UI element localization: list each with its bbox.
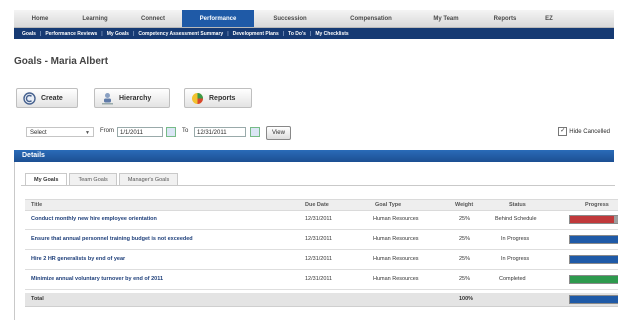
progress-bar <box>569 235 618 244</box>
progress-bar <box>569 275 618 284</box>
goal-title-link[interactable]: Ensure that annual personnel training bu… <box>31 230 193 249</box>
goal-status: In Progress <box>501 236 530 242</box>
subnav-to-dos[interactable]: To Do's <box>288 31 306 37</box>
goal-type: Human Resources <box>373 216 419 222</box>
subnav-my-checklists[interactable]: My Checklists <box>315 31 348 37</box>
table-row: Minimize annual voluntary turnover by en… <box>25 270 618 290</box>
filter-bar: Select ▼ From 1/1/2011 To 12/31/2011 Vie… <box>22 126 612 140</box>
nav-tab-learning[interactable]: Learning <box>66 10 124 27</box>
subnav-competency-assessment-summary[interactable]: Competency Assessment Summary <box>138 31 223 37</box>
subnav-development-plans[interactable]: Development Plans <box>233 31 279 37</box>
nav-tab-reports[interactable]: Reports <box>476 10 534 27</box>
header-goal-type[interactable]: Goal Type <box>375 200 401 210</box>
header-status[interactable]: Status <box>509 200 526 210</box>
progress-fill <box>570 256 618 263</box>
goal-type: Human Resources <box>373 256 419 262</box>
total-label: Total <box>31 296 44 302</box>
hierarchy-label: Hierarchy <box>119 94 152 102</box>
goal-type: Human Resources <box>373 276 419 282</box>
create-icon <box>23 91 36 105</box>
total-weight: 100% <box>459 296 474 302</box>
due-date: 12/31/2011 <box>305 256 333 262</box>
header-progress[interactable]: Progress <box>585 200 609 210</box>
filter-select-value: Select <box>30 130 47 136</box>
hierarchy-icon <box>101 92 114 105</box>
goal-title-link[interactable]: Hire 2 HR generalists by end of year <box>31 250 125 269</box>
goal-status: Completed <box>499 276 526 282</box>
nav-tab-compensation[interactable]: Compensation <box>326 10 416 27</box>
top-navigation: Home Learning Connect Performance Succes… <box>14 10 614 28</box>
progress-bar <box>569 255 618 264</box>
table-row: Conduct monthly new hire employee orient… <box>25 210 618 230</box>
view-button[interactable]: View <box>266 126 291 140</box>
progress-bar <box>569 215 618 224</box>
nav-tab-connect[interactable]: Connect <box>124 10 182 27</box>
to-date-input[interactable]: 12/31/2011 <box>194 127 246 137</box>
goal-tabs: My Goals Team Goals Manager's Goals <box>25 173 179 186</box>
table-row: Hire 2 HR generalists by end of year 12/… <box>25 250 618 270</box>
due-date: 12/31/2011 <box>305 276 333 282</box>
goal-type: Human Resources <box>373 236 419 242</box>
progress-fill <box>570 216 614 223</box>
details-panel: My Goals Team Goals Manager's Goals Titl… <box>14 162 618 320</box>
section-header: Details <box>14 150 614 162</box>
subnav-my-goals[interactable]: My Goals <box>107 31 129 37</box>
nav-tab-succession[interactable]: Succession <box>254 10 326 27</box>
hide-cancelled-toggle[interactable]: ✓ Hide Cancelled <box>558 127 610 136</box>
goal-weight: 25% <box>459 236 471 242</box>
sub-navigation: Goals | Performance Reviews | My Goals | Co… <box>14 28 614 39</box>
goal-weight: 25% <box>459 216 471 222</box>
pie-chart-icon <box>191 92 204 105</box>
hierarchy-button[interactable]: Hierarchy <box>94 88 170 108</box>
tab-divider <box>21 185 615 186</box>
goal-weight: 25% <box>459 256 471 262</box>
table-total-row: Total 100% <box>25 293 618 307</box>
reports-label: Reports <box>209 94 236 102</box>
nav-tab-my-team[interactable]: My Team <box>416 10 476 27</box>
to-label: To <box>182 128 189 134</box>
hide-cancelled-checkbox[interactable]: ✓ <box>558 127 568 136</box>
hide-cancelled-label: Hide Cancelled <box>569 128 610 135</box>
goal-status: In Progress <box>501 256 530 262</box>
create-label: Create <box>41 94 63 102</box>
goal-title-link[interactable]: Minimize annual voluntary turnover by en… <box>31 270 163 289</box>
nav-tab-ez[interactable]: EZ <box>534 10 564 27</box>
page-title: Goals - Maria Albert <box>14 56 109 67</box>
due-date: 12/31/2011 <box>305 236 333 242</box>
calendar-icon[interactable] <box>166 127 176 137</box>
table-row: Ensure that annual personnel training bu… <box>25 230 618 250</box>
header-weight[interactable]: Weight <box>455 200 473 210</box>
header-title[interactable]: Title <box>31 200 42 210</box>
progress-fill <box>570 296 618 303</box>
chevron-down-icon: ▼ <box>85 130 90 136</box>
goal-weight: 25% <box>459 276 471 282</box>
due-date: 12/31/2011 <box>305 216 333 222</box>
calendar-icon[interactable] <box>250 127 260 137</box>
filter-select[interactable]: Select ▼ <box>26 127 94 137</box>
subnav-performance-reviews[interactable]: Performance Reviews <box>45 31 97 37</box>
header-due-date[interactable]: Due Date <box>305 200 329 210</box>
progress-fill <box>570 236 618 243</box>
goal-status: Behind Schedule <box>495 216 537 222</box>
goal-title-link[interactable]: Conduct monthly new hire employee orient… <box>31 210 157 229</box>
progress-fill <box>570 276 618 283</box>
create-button[interactable]: Create <box>16 88 78 108</box>
nav-tab-home[interactable]: Home <box>14 10 66 27</box>
from-label: From <box>100 128 114 134</box>
reports-button[interactable]: Reports <box>184 88 252 108</box>
nav-tab-performance[interactable]: Performance <box>182 10 254 27</box>
progress-bar <box>569 295 618 304</box>
from-date-input[interactable]: 1/1/2011 <box>117 127 163 137</box>
subnav-goals[interactable]: Goals <box>22 31 36 37</box>
